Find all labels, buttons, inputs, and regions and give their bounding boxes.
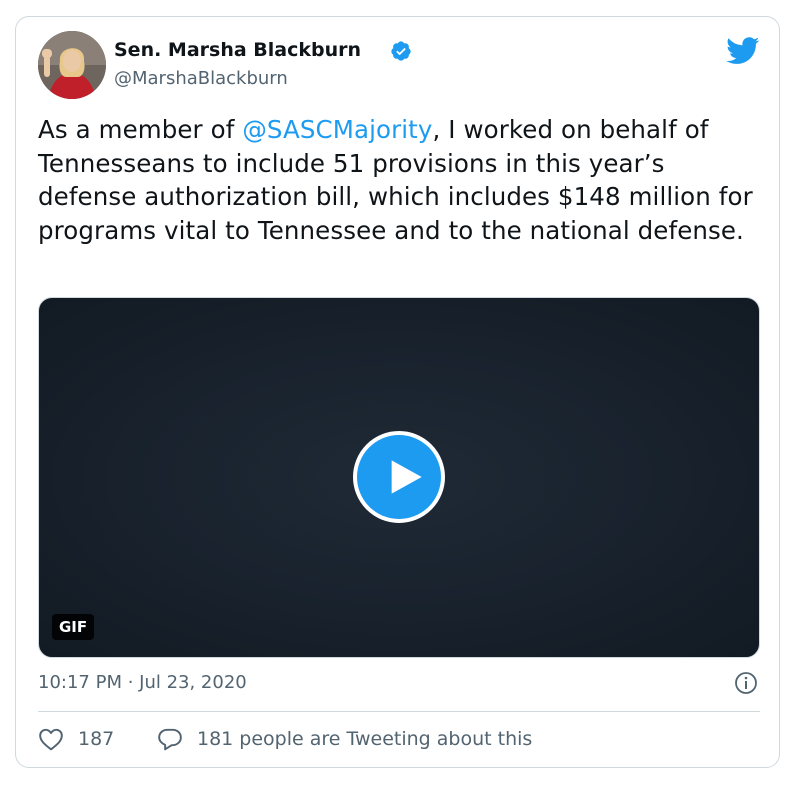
tweet-timestamp[interactable]: 10:17 PM · Jul 23, 2020 xyxy=(38,672,247,693)
like-count: 187 xyxy=(78,728,115,750)
play-icon xyxy=(391,460,422,494)
mention-link[interactable]: @SASCMajority xyxy=(242,115,432,144)
avatar[interactable] xyxy=(38,31,106,99)
gif-badge: GIF xyxy=(52,614,95,640)
speech-bubble-icon xyxy=(158,728,182,751)
heart-icon xyxy=(39,728,63,751)
tweet-text-start: As a member of xyxy=(38,115,243,144)
twitter-bird-icon[interactable] xyxy=(726,37,760,65)
info-icon[interactable] xyxy=(734,671,758,695)
avatar-photo xyxy=(38,31,106,99)
conversation-text: 181 people are Tweeting about this xyxy=(197,728,533,750)
author-name[interactable]: Sen. Marsha Blackburn xyxy=(114,39,361,61)
tweet-card[interactable]: Sen. Marsha Blackburn @MarshaBlackburn A… xyxy=(15,16,780,768)
play-button[interactable] xyxy=(353,431,445,523)
conversation-link[interactable]: 181 people are Tweeting about this xyxy=(157,727,532,751)
verified-badge-icon xyxy=(391,41,411,61)
gif-media[interactable]: GIF xyxy=(38,297,760,658)
tweet-text: As a member of @SASCMajority, I worked o… xyxy=(38,113,763,247)
like-button[interactable]: 187 xyxy=(38,727,114,751)
author-handle[interactable]: @MarshaBlackburn xyxy=(114,68,288,89)
footer-divider xyxy=(38,711,760,712)
